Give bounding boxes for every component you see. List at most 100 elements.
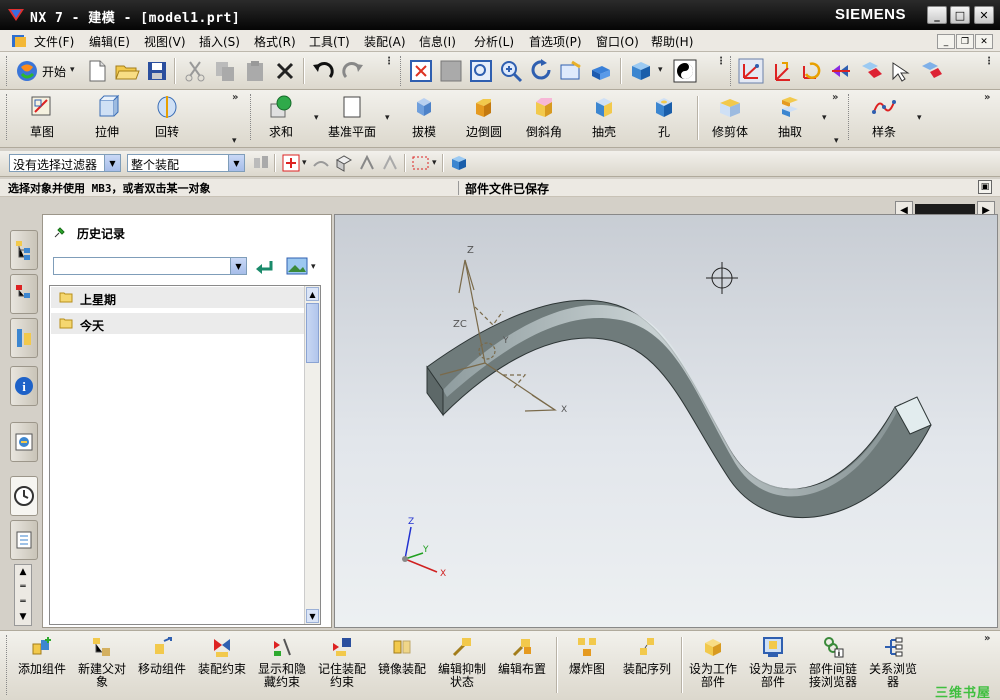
chamfer-button[interactable]: 倒斜角	[514, 92, 574, 142]
remember-constraints-button[interactable]: 记住装配 约束	[312, 635, 372, 689]
rotate-icon[interactable]	[528, 58, 554, 84]
start-menu-label[interactable]: 开始	[42, 63, 66, 80]
menu-file[interactable]: 文件(F)	[34, 33, 74, 50]
new-file-icon[interactable]	[84, 58, 110, 84]
save-icon[interactable]	[144, 58, 170, 84]
type-filter-select[interactable]: 没有选择过滤器 ▼	[9, 154, 121, 172]
zoom-in-out-icon[interactable]	[498, 58, 524, 84]
new-parent-button[interactable]: 新建父对象	[72, 635, 132, 689]
view-dropdown-arrow[interactable]: ▾	[311, 262, 316, 272]
toolbar-options-icon[interactable]: »	[832, 92, 838, 103]
feature-rule-icon[interactable]	[356, 152, 378, 174]
doc-close-button[interactable]: ✕	[975, 34, 993, 49]
edge-blend-button[interactable]: 边倒圆	[454, 92, 514, 142]
exploded-views-button[interactable]: 爆炸图	[557, 635, 617, 676]
start-dropdown-arrow[interactable]: ▾	[70, 65, 75, 75]
unite-dropdown-arrow[interactable]: ▾	[314, 113, 319, 123]
assembly-constraints-button[interactable]: 装配约束	[192, 635, 252, 676]
menu-help[interactable]: 帮助(H)	[651, 33, 693, 50]
sweep-body[interactable]	[426, 299, 932, 519]
perspective-icon[interactable]	[588, 58, 614, 84]
relations-browser-button[interactable]: 关系浏览器	[863, 635, 923, 689]
menu-window[interactable]: 窗口(O)	[596, 33, 639, 50]
graphics-viewport[interactable]: Z ZC Y X Z Y X	[334, 214, 998, 628]
menu-format[interactable]: 格式(R)	[254, 33, 296, 50]
toolbar-options-icon[interactable]: ⋮	[716, 56, 726, 67]
wcs-orient-icon[interactable]	[828, 58, 854, 84]
face-rule-icon[interactable]	[333, 152, 355, 174]
interpart-link-browser-button[interactable]: i 部件间链 接浏览器	[803, 635, 863, 689]
doc-restore-button[interactable]: ❐	[956, 34, 974, 49]
rectangle-select-icon[interactable]	[410, 152, 432, 174]
move-component-button[interactable]: 移动组件	[132, 635, 192, 676]
zoom-window-icon[interactable]	[438, 58, 464, 84]
show-hide-constraints-button[interactable]: 显示和隐 藏约束	[252, 635, 312, 689]
toolbar-dropdown-arrow[interactable]: ▾	[232, 136, 237, 146]
paste-icon[interactable]	[242, 58, 268, 84]
menu-tools[interactable]: 工具(T)	[309, 33, 350, 50]
document-icon[interactable]	[10, 33, 28, 49]
scroll-up-arrow[interactable]: ▲	[306, 287, 319, 301]
status-expand-button[interactable]: ▣	[978, 180, 992, 194]
mirror-assembly-button[interactable]: 镜像装配	[372, 635, 432, 676]
wcs-origin-icon[interactable]	[768, 58, 794, 84]
unite-button[interactable]: 求和	[251, 92, 311, 142]
return-icon[interactable]	[253, 257, 275, 277]
chevron-down-icon[interactable]: ▼	[228, 155, 244, 171]
chevron-down-icon[interactable]: ▼	[104, 155, 120, 171]
scroll-down-arrow[interactable]: ▼	[306, 609, 319, 623]
history-filter-select[interactable]: ▼	[53, 257, 247, 275]
wcs-rotate-icon[interactable]	[798, 58, 824, 84]
set-work-part-button[interactable]: 设为工作 部件	[683, 635, 743, 689]
zoom-icon[interactable]	[468, 58, 494, 84]
wcs-display-icon[interactable]	[888, 58, 914, 84]
chevron-down-icon[interactable]: ▼	[230, 258, 246, 274]
menu-insert[interactable]: 插入(S)	[199, 33, 240, 50]
copy-icon[interactable]	[212, 58, 238, 84]
part-navigator-tab[interactable]	[10, 318, 38, 358]
toolbar-grip[interactable]	[6, 94, 9, 140]
toolbar-grip[interactable]	[730, 56, 733, 86]
wcs-dynamics-icon[interactable]	[738, 58, 764, 84]
menu-edit[interactable]: 编辑(E)	[89, 33, 130, 50]
assembly-filter-icon[interactable]	[250, 152, 272, 174]
web-browser-tab[interactable]	[10, 422, 38, 462]
datum-plane-button[interactable]: 基准平面	[322, 92, 382, 142]
add-component-button[interactable]: 添加组件	[12, 635, 72, 676]
doc-minimize-button[interactable]: _	[937, 34, 955, 49]
render-style-dropdown-arrow[interactable]: ▾	[658, 65, 663, 75]
trim-body-button[interactable]: 修剪体	[700, 92, 760, 142]
selection-scope-select[interactable]: 整个装配 ▼	[127, 154, 245, 172]
toolbar-dropdown-arrow[interactable]: ▾	[834, 136, 839, 146]
toolbar-grip[interactable]	[848, 94, 851, 140]
spline-dropdown-arrow[interactable]: ▾	[917, 113, 922, 123]
cut-icon[interactable]	[182, 58, 208, 84]
menu-view[interactable]: 视图(V)	[144, 33, 186, 50]
undo-icon[interactable]	[310, 58, 336, 84]
select-mode-dropdown-arrow[interactable]: ▾	[432, 158, 437, 168]
revolve-button[interactable]: 回转	[137, 92, 197, 142]
extract-dropdown-arrow[interactable]: ▾	[822, 113, 827, 123]
wcs-set-icon[interactable]	[858, 58, 884, 84]
scroll-thumb[interactable]	[306, 303, 319, 363]
datum-dropdown-arrow[interactable]: ▾	[385, 113, 390, 123]
snap-point-icon[interactable]	[280, 152, 302, 174]
fit-view-icon[interactable]	[408, 58, 434, 84]
set-displayed-part-button[interactable]: 设为显示 部件	[743, 635, 803, 689]
hole-button[interactable]: 孔	[634, 92, 694, 142]
show-hide-cube-icon[interactable]	[448, 152, 470, 174]
pan-icon[interactable]	[558, 58, 584, 84]
list-item[interactable]: 今天	[51, 313, 304, 335]
spline-button[interactable]: 样条	[854, 92, 914, 142]
menu-information[interactable]: 信息(I)	[419, 33, 456, 50]
pin-icon[interactable]	[53, 227, 65, 239]
redo-icon[interactable]	[340, 58, 366, 84]
wcs-save-icon[interactable]	[918, 58, 944, 84]
assembly-navigator-tab[interactable]	[10, 230, 38, 270]
resource-bar-scroll[interactable]: ▲ ═ ═ ▼	[14, 564, 32, 626]
info-tab[interactable]: i	[10, 366, 38, 406]
extrude-button[interactable]: 拉伸	[77, 92, 137, 142]
list-item[interactable]: 上星期	[51, 287, 304, 309]
constraint-navigator-tab[interactable]	[10, 274, 38, 314]
shaded-cube-icon[interactable]	[628, 58, 654, 84]
